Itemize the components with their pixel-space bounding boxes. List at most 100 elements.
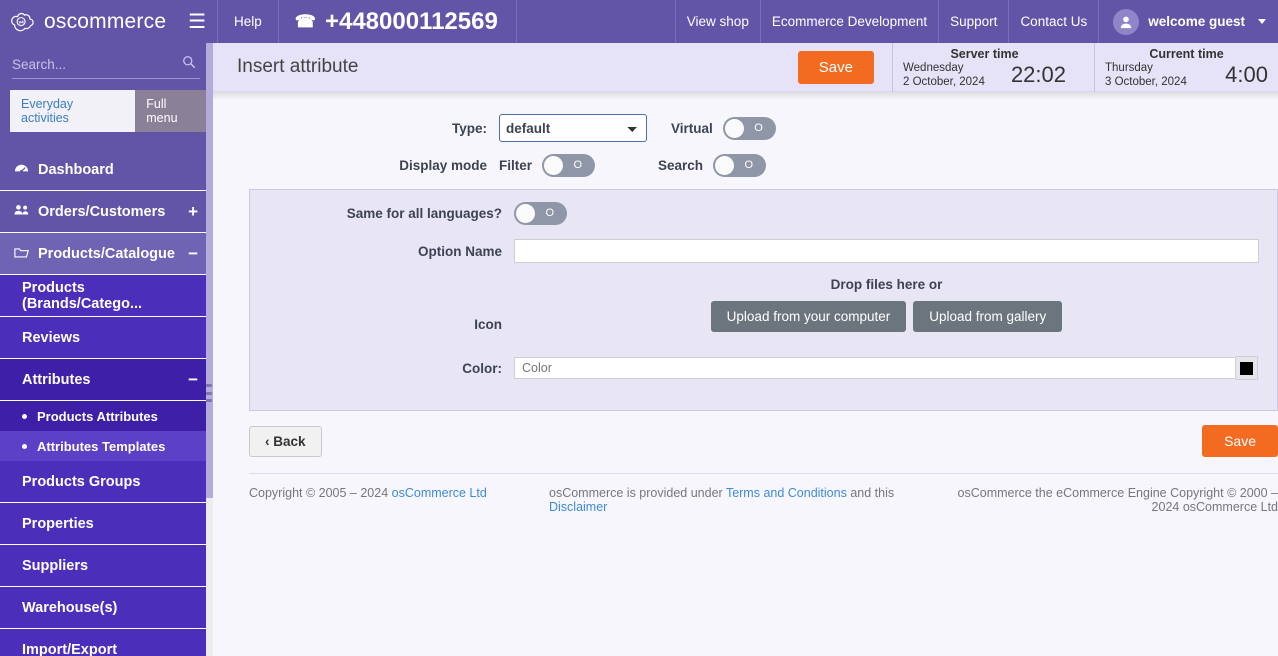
filter-toggle[interactable]: O [542,154,596,177]
virtual-label: Virtual [671,120,713,136]
server-time-block: Server time Wednesday 2 October, 2024 22… [892,43,1076,92]
sidebar-item-import-export[interactable]: Import/Export [0,629,212,656]
drop-files-text: Drop files here or [830,277,943,292]
language-panel: Same for all languages? O Option Name Ic… [249,189,1278,411]
current-time-weekday: Thursday [1105,61,1153,74]
tab-everyday-activities[interactable]: Everyday activities [10,90,136,132]
search-icon[interactable] [182,55,196,72]
type-label: Type: [451,120,487,136]
back-button[interactable]: ‹ Back [249,425,322,457]
color-row: Color: [250,356,1277,380]
user-menu[interactable]: welcome guest [1098,0,1278,43]
page-title: Insert attribute [237,56,359,77]
save-button-top[interactable]: Save [797,50,874,84]
sidebar-resize-handle-icon[interactable] [206,384,212,402]
type-select[interactable]: default [499,114,647,142]
color-input[interactable] [514,357,1236,379]
nav-view-shop[interactable]: View shop [674,0,760,43]
sidebar-item-label: Products Groups [22,473,141,490]
server-time-date: 2 October, 2024 [903,76,985,89]
toggle-knob [544,156,564,175]
footer-engine-text: osCommerce the eCommerce Engine Copyrigh… [957,486,1278,514]
expand-plus-icon[interactable]: + [188,203,198,220]
sidebar-item-label: Products/Catalogue [38,245,175,262]
attribute-form: Type: default Virtual O Display mode Fil… [213,100,1278,514]
sidebar-item-label: Attributes [22,371,91,388]
user-name: welcome guest [1148,14,1245,29]
brand-name: oscommerce [44,10,167,33]
sidebar-item-suppliers[interactable]: Suppliers [0,545,212,587]
collapse-minus-icon[interactable]: − [188,371,198,388]
same-languages-toggle[interactable]: O [514,202,567,225]
horizontal-scroll-strip[interactable] [213,92,1278,100]
collapse-minus-icon[interactable]: − [188,245,198,262]
svg-text:v4: v4 [18,19,24,25]
nav-support[interactable]: Support [938,0,1008,43]
current-time-title: Current time [1149,46,1224,61]
footer-copyright: Copyright © 2005 – 2024 osCommerce Ltd [249,486,549,514]
phone-number[interactable]: ☎ +448000112569 [279,0,517,43]
dashboard-icon [14,161,38,179]
icon-dropzone[interactable]: Drop files here or Upload from your comp… [514,277,1259,332]
sidebar-item-properties[interactable]: Properties [0,503,212,545]
sidebar-scrollbar[interactable] [206,43,213,656]
users-icon [14,203,38,220]
sidebar-item-attributes-templates[interactable]: Attributes Templates [0,431,212,461]
sidebar-scrollbar-thumb[interactable] [206,43,213,498]
toggle-knob [724,118,744,138]
color-picker-button[interactable] [1236,356,1258,380]
page-header: Insert attribute Save Server time Wednes… [213,43,1278,92]
nav-contact-us[interactable]: Contact Us [1008,0,1098,43]
icon-label: Icon [474,317,502,332]
server-time-weekday: Wednesday [903,61,964,74]
color-swatch [1240,361,1253,375]
chevron-left-icon: ‹ [265,433,270,449]
save-button-bottom[interactable]: Save [1202,425,1278,457]
chevron-down-icon [1258,19,1266,24]
phone-text: +448000112569 [324,7,498,35]
same-languages-toggle-state: O [545,207,554,219]
server-time-clock: 22:02 [1010,62,1066,88]
sidebar-item-warehouses[interactable]: Warehouse(s) [0,587,212,629]
option-name-label: Option Name [417,243,502,259]
sidebar-item-orders-customers[interactable]: Orders/Customers + [0,191,212,233]
sidebar-item-label: Attributes Templates [37,438,166,454]
footer-oscommerce-link[interactable]: osCommerce Ltd [392,486,487,500]
server-time-title: Server time [950,46,1019,61]
sidebar-item-dashboard[interactable]: Dashboard [0,149,212,191]
search-toggle[interactable]: O [713,154,767,177]
sidebar-scrollbar-track[interactable] [206,498,213,656]
sidebar-item-label: Products (Brands/Catego... [22,279,143,312]
phone-icon: ☎ [294,11,316,31]
sidebar-item-products-groups[interactable]: Products Groups [0,461,212,503]
option-name-input[interactable] [514,239,1259,263]
help-link[interactable]: Help [218,0,279,43]
sidebar-item-products-attributes[interactable]: Products Attributes [0,401,212,431]
virtual-toggle[interactable]: O [722,116,776,140]
hamburger-icon[interactable]: ☰ [188,12,206,32]
upload-from-computer-button[interactable]: Upload from your computer [710,301,907,332]
form-actions: ‹ Back Save [249,425,1278,457]
sidebar-item-products-catalogue[interactable]: Products/Catalogue − [0,233,212,275]
sidebar-search [0,43,212,79]
sidebar-item-label: Orders/Customers [38,203,166,220]
upload-from-gallery-button[interactable]: Upload from gallery [913,301,1063,332]
top-bar: v4 oscommerce ☰ Help ☎ +448000112569 Vie… [0,0,1278,43]
search-input[interactable] [12,55,200,79]
footer-provided: osCommerce is provided under Terms and C… [549,486,949,514]
footer: Copyright © 2005 – 2024 osCommerce Ltd o… [249,473,1278,514]
sidebar-item-attributes[interactable]: Attributes − [0,359,212,401]
back-button-label: Back [273,433,306,449]
display-mode-label: Display mode [399,158,487,173]
sidebar-item-label: Warehouse(s) [22,599,118,616]
tab-full-menu[interactable]: Full menu [135,90,212,132]
footer-disclaimer-link[interactable]: Disclaimer [549,500,607,514]
footer-terms-link[interactable]: Terms and Conditions [726,486,847,500]
filter-toggle-state: O [573,159,583,171]
avatar [1113,8,1140,35]
icon-row: Icon Drop files here or Upload from your… [250,277,1277,332]
nav-ecommerce-development[interactable]: Ecommerce Development [759,0,938,43]
current-time-date: 3 October, 2024 [1105,76,1187,89]
sidebar-item-reviews[interactable]: Reviews [0,317,212,359]
sidebar-item-products-brands-categories[interactable]: Products (Brands/Catego... [0,275,212,317]
